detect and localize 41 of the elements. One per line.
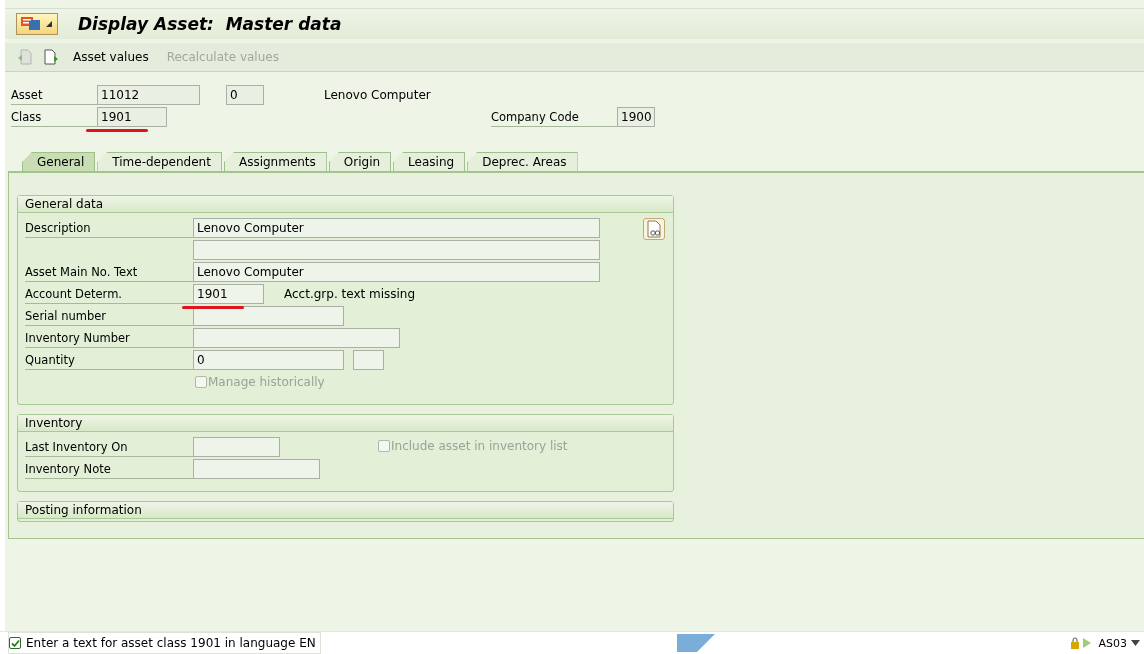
field-label: Serial number [25, 306, 193, 326]
input-field[interactable]: 11012 [97, 85, 200, 105]
menu-icon [20, 16, 42, 32]
window-title: Display Asset: Master data [78, 14, 342, 34]
group-title: Inventory [18, 415, 673, 432]
input-field[interactable] [193, 240, 600, 260]
tab[interactable]: Origin [328, 152, 392, 171]
input-field[interactable] [193, 306, 344, 326]
tab[interactable]: Leasing [393, 152, 466, 171]
tab[interactable]: Time-dependent [97, 152, 222, 171]
menu-button[interactable] [16, 13, 58, 35]
input-field[interactable]: Lenovo Computer [193, 262, 600, 282]
input-field[interactable] [193, 437, 280, 457]
logo-icon [676, 634, 715, 652]
tab[interactable]: Assignments [223, 152, 327, 171]
caret-icon[interactable] [1131, 640, 1140, 646]
note-text: Acct.grp. text missing [284, 287, 416, 301]
transaction-code: AS03 [1098, 636, 1127, 650]
tab[interactable]: Deprec. Areas [467, 152, 578, 171]
input-field[interactable] [193, 459, 320, 479]
unit-field[interactable] [353, 350, 384, 370]
input-field[interactable] [193, 328, 400, 348]
document-icon [43, 49, 59, 65]
tab[interactable]: General [22, 152, 96, 171]
toolbar-button[interactable]: Asset values [69, 50, 153, 64]
group-title: General data [18, 196, 673, 213]
input-field[interactable]: 0 [226, 85, 264, 105]
status-message: Enter a text for asset class 1901 in language EN [8, 632, 321, 654]
document-icon [17, 49, 33, 65]
document-glasses-icon [646, 220, 662, 238]
group-title: Posting information [18, 502, 673, 519]
next-document-button[interactable] [43, 49, 59, 65]
input-field[interactable]: 0 [193, 350, 344, 370]
input-field[interactable]: Lenovo Computer [193, 218, 600, 238]
asset-description: Lenovo Computer [324, 88, 431, 102]
play-icon [1082, 637, 1093, 649]
previous-document-button[interactable] [17, 49, 33, 65]
lock-icon [1070, 637, 1081, 649]
input-field[interactable]: 1900 [617, 107, 655, 127]
long-text-button[interactable] [643, 218, 665, 240]
dropdown-icon [46, 21, 52, 27]
